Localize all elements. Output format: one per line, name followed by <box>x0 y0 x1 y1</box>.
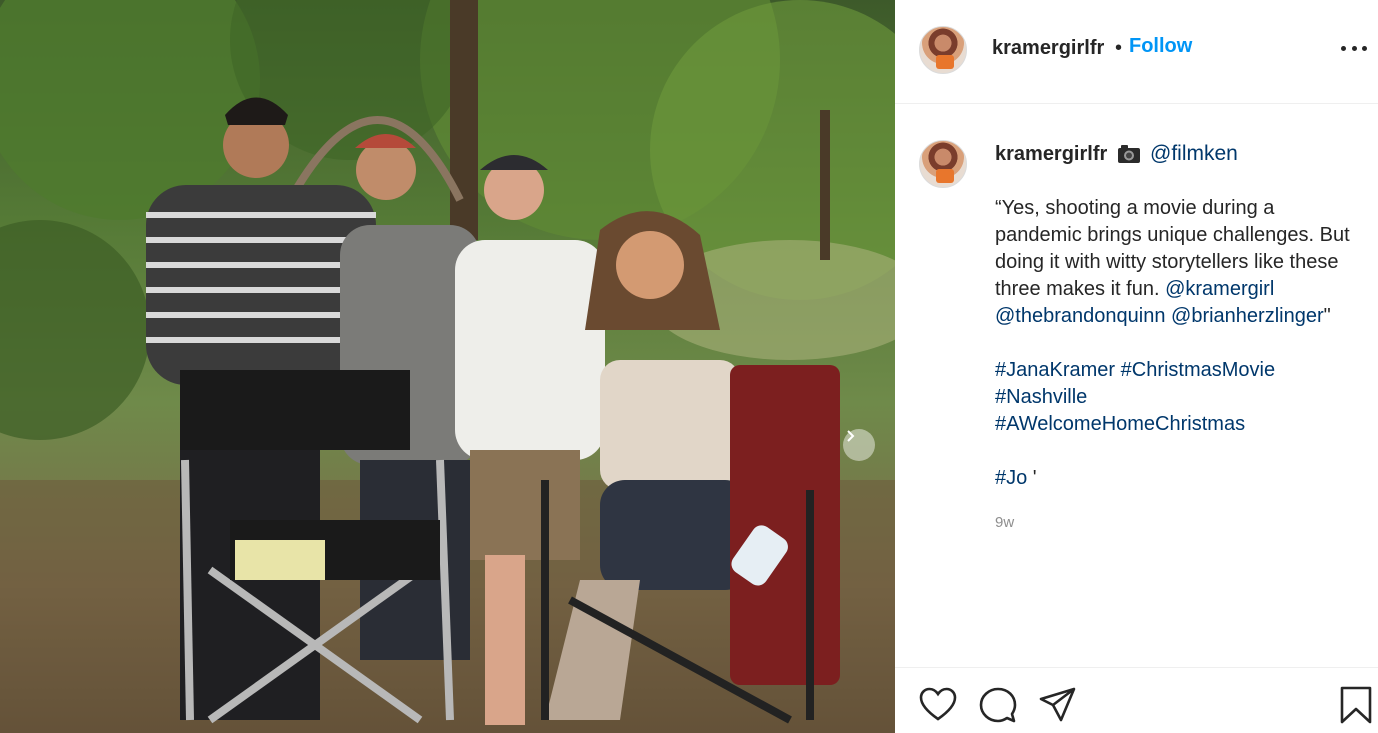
post-header: kramergirlfr • Follow <box>895 0 1378 104</box>
post-details-panel: kramergirlfr • Follow kramergirlfr @film… <box>895 0 1378 733</box>
follow-button[interactable]: Follow <box>1129 35 1192 58</box>
share-icon[interactable] <box>1039 686 1077 724</box>
avatar[interactable] <box>919 140 967 188</box>
more-dot <box>1351 45 1357 51</box>
more-dot <box>1362 45 1367 51</box>
action-bar <box>895 667 1378 733</box>
avatar[interactable] <box>919 26 967 74</box>
hashtag-link[interactable]: #Nashville <box>995 386 1087 408</box>
more-dot <box>1341 45 1346 51</box>
bookmark-icon[interactable] <box>1339 686 1373 724</box>
caption-gap <box>995 438 1365 465</box>
chevron-right-icon <box>847 430 855 442</box>
post-photo[interactable] <box>0 0 895 733</box>
comment-icon[interactable] <box>979 686 1017 724</box>
heart-icon[interactable] <box>919 686 957 724</box>
mention-link[interactable]: @kramergirl <box>1165 278 1274 300</box>
author-username[interactable]: kramergirlfr <box>992 37 1104 60</box>
caption-text: “Yes, shooting a movie during a pandemic… <box>995 195 1365 492</box>
hashtag-link[interactable]: #AWelcomeHomeChristmas <box>995 413 1245 435</box>
hashtag-link[interactable]: #JanaKramer <box>995 359 1115 381</box>
quote-end: " <box>1323 305 1331 327</box>
caption-tail: ' <box>1027 467 1037 489</box>
caption-gap <box>995 330 1365 357</box>
mention-link[interactable]: @brianherzlinger <box>1171 305 1324 327</box>
camera-emoji-icon <box>1118 145 1140 163</box>
credit-mention-link[interactable]: @filmken <box>1150 142 1238 166</box>
hashtag-link[interactable]: #ChristmasMovie <box>1121 359 1275 381</box>
hashtag-line: #Jo ' <box>995 465 1365 492</box>
hashtag-link[interactable]: #Jo <box>995 467 1027 489</box>
hashtag-line: #Nashville <box>995 384 1365 411</box>
next-photo-button[interactable] <box>843 429 875 461</box>
post-timestamp[interactable]: 9w <box>995 514 1014 531</box>
mention-link[interactable]: @thebrandonquinn <box>995 305 1165 327</box>
photo-illustration <box>0 0 895 733</box>
separator-dot: • <box>1115 37 1123 59</box>
hashtag-line: #AWelcomeHomeChristmas <box>995 411 1365 438</box>
more-options-icon[interactable] <box>1341 38 1367 58</box>
caption-username[interactable]: kramergirlfr <box>995 143 1107 166</box>
caption-area: kramergirlfr @filmken “Yes, shooting a m… <box>895 104 1378 667</box>
